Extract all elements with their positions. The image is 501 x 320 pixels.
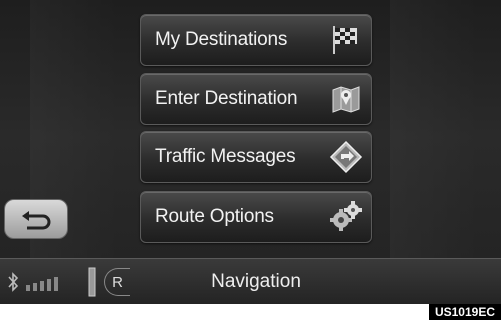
figure-code: US1019EC [428,304,501,320]
route-options-button[interactable]: Route Options [140,191,372,243]
status-bar: R Navigation [0,258,501,304]
signal-bars-icon [26,277,58,291]
screen-title: Navigation [211,270,301,292]
bluetooth-icon [8,272,19,292]
battery-icon [88,267,96,297]
enter-destination-button[interactable]: Enter Destination [140,73,372,125]
traffic-diamond-icon [329,140,363,174]
background-panel [390,0,480,264]
back-button[interactable] [4,199,68,239]
my-destinations-label: My Destinations [155,29,288,50]
my-destinations-button[interactable]: My Destinations [140,14,372,66]
navigation-screen: My Destinations Enter Destination Traffi… [0,0,501,304]
traffic-messages-button[interactable]: Traffic Messages [140,131,372,183]
gears-icon [330,201,362,231]
checkered-flag-icon [333,26,357,54]
traffic-messages-label: Traffic Messages [155,146,296,167]
return-arrow-icon [22,211,51,230]
enter-destination-label: Enter Destination [155,88,298,109]
r-indicator: R [104,268,130,296]
map-pin-icon [332,86,360,113]
route-options-label: Route Options [155,206,274,227]
